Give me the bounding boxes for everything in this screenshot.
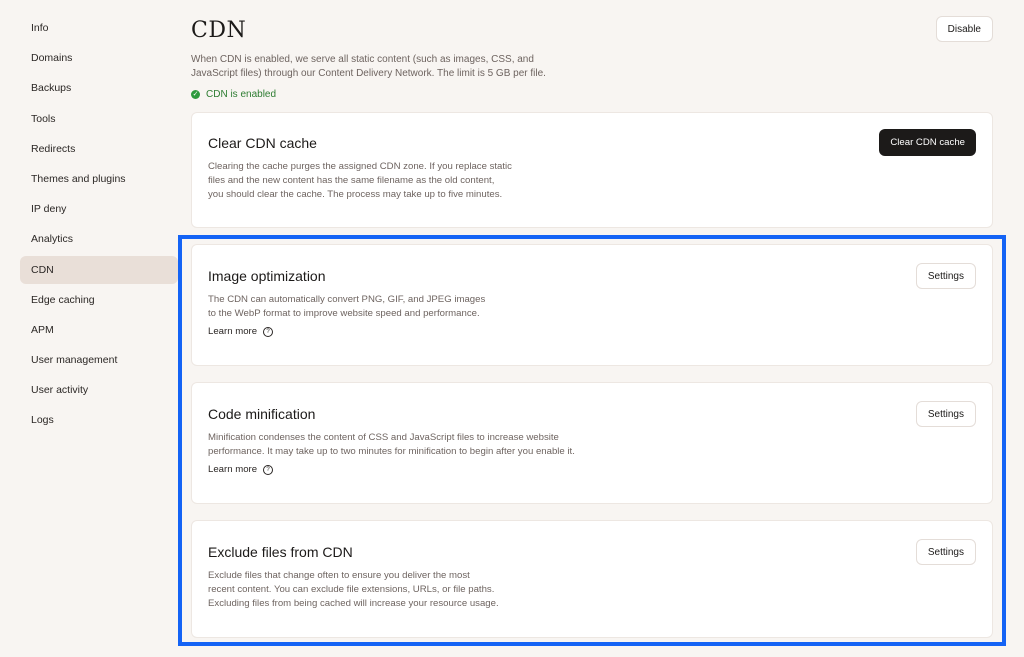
desc-line: recent content. You can exclude file ext… xyxy=(208,584,495,595)
status-text: CDN is enabled xyxy=(206,89,277,100)
sidebar-item-cdn[interactable]: CDN xyxy=(20,255,178,284)
card-description: The CDN can automatically convert PNG, G… xyxy=(208,293,485,321)
sidebar-item-ip-deny[interactable]: IP deny xyxy=(20,195,178,223)
desc-line: Minification condenses the content of CS… xyxy=(208,432,559,443)
sidebar-item-tools[interactable]: Tools xyxy=(20,105,178,133)
intro-line: When CDN is enabled, we serve all static… xyxy=(191,54,534,65)
sidebar-item-themes-plugins[interactable]: Themes and plugins xyxy=(20,165,178,193)
code-minification-settings-button[interactable]: Settings xyxy=(915,401,976,427)
sidebar-item-user-management[interactable]: User management xyxy=(20,346,178,374)
main-content: CDN Disable When CDN is enabled, we serv… xyxy=(191,14,993,638)
exclude-files-settings-button[interactable]: Settings xyxy=(915,539,976,565)
sidebar-item-info[interactable]: Info xyxy=(20,14,178,42)
intro-text: When CDN is enabled, we serve all static… xyxy=(191,53,571,81)
exclude-files-card: Exclude files from CDN Settings Exclude … xyxy=(191,520,993,638)
card-title: Exclude files from CDN xyxy=(208,544,353,560)
help-icon: ? xyxy=(263,464,274,475)
sidebar-item-domains[interactable]: Domains xyxy=(20,44,178,72)
card-title: Image optimization xyxy=(208,268,326,284)
desc-line: to the WebP format to improve website sp… xyxy=(208,308,480,319)
disable-button[interactable]: Disable xyxy=(935,16,993,42)
card-description: Minification condenses the content of CS… xyxy=(208,431,575,459)
intro-line: JavaScript files) through our Content De… xyxy=(191,68,546,79)
sidebar-item-logs[interactable]: Logs xyxy=(20,406,178,434)
sidebar-item-apm[interactable]: APM xyxy=(20,316,178,344)
help-icon: ? xyxy=(263,326,274,337)
learn-more-link[interactable]: Learn more ? xyxy=(208,464,274,475)
sidebar-item-user-activity[interactable]: User activity xyxy=(20,376,178,404)
desc-line: Clearing the cache purges the assigned C… xyxy=(208,161,512,172)
image-optimization-card: Image optimization Settings The CDN can … xyxy=(191,244,993,366)
sidebar-item-redirects[interactable]: Redirects xyxy=(20,135,178,163)
check-circle-icon: ✓ xyxy=(191,90,200,99)
sidebar-item-edge-caching[interactable]: Edge caching xyxy=(20,286,178,314)
desc-line: Exclude files that change often to ensur… xyxy=(208,570,470,581)
desc-line: The CDN can automatically convert PNG, G… xyxy=(208,294,486,305)
image-optimization-settings-button[interactable]: Settings xyxy=(915,263,976,289)
status-badge: ✓ CDN is enabled xyxy=(191,89,993,100)
desc-line: you should clear the cache. The process … xyxy=(208,189,503,200)
card-title: Clear CDN cache xyxy=(208,135,317,151)
clear-cdn-cache-button[interactable]: Clear CDN cache xyxy=(879,129,976,156)
sidebar-item-analytics[interactable]: Analytics xyxy=(20,225,178,253)
learn-more-label: Learn more xyxy=(208,326,258,337)
desc-line: performance. It may take up to two minut… xyxy=(208,446,575,457)
card-description: Clearing the cache purges the assigned C… xyxy=(208,160,512,202)
page-title: CDN xyxy=(191,18,247,43)
card-description: Exclude files that change often to ensur… xyxy=(208,569,499,611)
desc-line: Excluding files from being cached will i… xyxy=(208,598,499,609)
learn-more-link[interactable]: Learn more ? xyxy=(208,326,274,337)
code-minification-card: Code minification Settings Minification … xyxy=(191,382,993,504)
clear-cache-card: Clear CDN cache Clear CDN cache Clearing… xyxy=(191,112,993,228)
sidebar: Info Domains Backups Tools Redirects The… xyxy=(20,14,178,437)
card-title: Code minification xyxy=(208,406,316,422)
learn-more-label: Learn more xyxy=(208,464,258,475)
sidebar-item-backups[interactable]: Backups xyxy=(20,74,178,102)
desc-line: files and the new content has the same f… xyxy=(208,175,495,186)
